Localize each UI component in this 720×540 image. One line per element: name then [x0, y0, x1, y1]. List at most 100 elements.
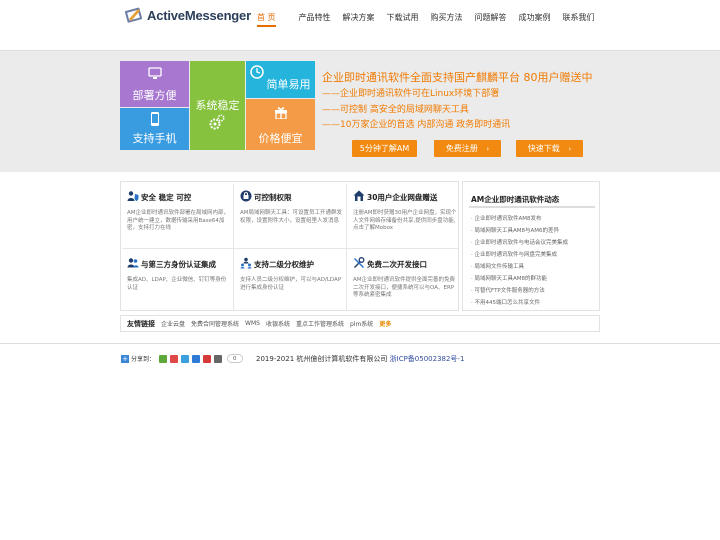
feature-netdisk[interactable]: 30用户企业网盘赠送 注册AM即时获赠30用户企业网盘，实现个人文件网络存储备份… [347, 182, 459, 246]
home-network-icon [353, 190, 365, 201]
news-item-text: 局域网聊天工具AM8与AM6的差异 [474, 228, 560, 234]
phone-icon [151, 112, 159, 126]
news-item[interactable]: · 局域网聊天工具AM8与AM6的差异 [471, 226, 559, 234]
friend-link[interactable]: 重点工作管理系统 [296, 319, 344, 328]
banner-bullet: ——10万家企业的首选 内部沟通 政务即时通讯 [322, 120, 511, 130]
nav-download[interactable]: 下载试用 [387, 12, 419, 27]
feature-two-level-admin[interactable]: 支持二级分权维护 支持人员二级分权维护，可以与AD/LDAP进行集成身份认证 [234, 249, 346, 313]
news-item[interactable]: · 企业即时通讯软件AM8发布 [471, 214, 542, 222]
share-renren-icon[interactable] [192, 354, 201, 363]
news-item-text: 不用445端口怎么共享文件 [474, 300, 541, 306]
banner-bullet: ——企业即时通讯软件可在Linux环境下部署 [322, 89, 500, 99]
main-nav: 首 页 产品特性 解决方案 下载试用 购买方法 问题解答 成功案例 联系我们 [250, 12, 595, 27]
site-header: ActiveMessenger 首 页 产品特性 解决方案 下载试用 购买方法 … [0, 0, 720, 50]
news-item[interactable]: · 企业即时通讯软件与网盘完美集成 [471, 250, 557, 258]
features-panel: 安全 稳定 可控 AM企业即时通讯软件部署在局域网内部，用户统一建立，数据传输采… [120, 181, 459, 311]
button-label: 快速下载 [527, 144, 560, 153]
feature-desc: 注册AM即时获赠30用户企业网盘，实现个人文件网络存储备份共享,提供同步盘功能,… [353, 210, 457, 231]
feature-title: 支持二级分权维护 [254, 260, 314, 269]
nav-home[interactable]: 首 页 [257, 12, 276, 27]
banner-bullet: ——可控制 高安全的局域网聊天工具 [322, 105, 469, 115]
copyright-text: 2019-2021 杭州億创计算机软件有限公司 [256, 355, 388, 363]
friend-link[interactable]: WMS [245, 320, 260, 327]
news-item[interactable]: · 局域网文件传输工具 [471, 262, 524, 270]
tools-icon [354, 257, 365, 268]
news-item-text: 局域网文件传输工具 [474, 264, 525, 270]
tile-mobile[interactable]: 支持手机 [120, 108, 189, 150]
free-register-button[interactable]: 免费注册 › [434, 140, 501, 157]
button-label: 免费注册 [445, 144, 478, 153]
news-item-text: 企业即时通讯软件与电话会议完美集成 [474, 240, 569, 246]
feature-title: 可控制权限 [254, 193, 292, 202]
friend-links-bar: 友情链接 企业云盘 免费合同管理系统 WMS 收银系统 重点工作管理系统 plm… [120, 315, 600, 332]
nav-contact[interactable]: 联系我们 [563, 12, 595, 27]
news-title: AM企业即时通讯软件动态 [471, 195, 560, 204]
feature-desc: AM局域网聊天工具：可设置员工开通群发权限，设置附件大小，设置组里人发消息 [240, 210, 343, 224]
share-tencent-icon[interactable] [181, 354, 190, 363]
friend-link[interactable]: 企业云盘 [161, 319, 185, 328]
gears-icon [209, 114, 225, 130]
hero-banner: 部署方便 支持手机 系统稳定 简单易用 价格便宜 企业即时通讯软件全面支持国产麒… [0, 50, 720, 172]
tile-label: 价格便宜 [258, 132, 303, 145]
feature-title: 安全 稳定 可控 [141, 193, 192, 202]
news-item[interactable]: · 局域网聊天工具AM8的群功能 [471, 274, 547, 282]
gift-icon [275, 107, 287, 119]
news-item[interactable]: · 不用445端口怎么共享文件 [471, 298, 540, 306]
icp-link[interactable]: 浙ICP备05002382号-1 [390, 355, 465, 363]
more-links-link[interactable]: 更多 [379, 319, 391, 328]
divider [469, 206, 595, 208]
news-item[interactable]: · 可替代FTP文件服务器的方法 [471, 286, 545, 294]
feature-title: 免费二次开发接口 [367, 260, 427, 269]
monitor-icon [148, 67, 162, 79]
users-tier-icon [240, 257, 252, 269]
banner-headline: 企业即时通讯软件全面支持国产麒麟平台 80用户赠送中 [322, 71, 593, 84]
share-more-icon[interactable] [214, 354, 223, 363]
share-bar: + 分享到： 0 [121, 354, 243, 363]
nav-features[interactable]: 产品特性 [299, 12, 331, 27]
feature-desc: 集成AD、LDAP、企业微信、钉钉等身份认证 [127, 277, 227, 291]
tile-label: 系统稳定 [195, 99, 240, 112]
feature-security[interactable]: 安全 稳定 可控 AM企业即时通讯软件部署在局域网内部，用户统一建立，数据传输采… [121, 182, 233, 246]
share-label: 分享到： [131, 356, 156, 363]
feature-dev-api[interactable]: 免费二次开发接口 AM企业即时通讯软件提供全面完善的免费二次开发接口，便捷系统可… [347, 249, 459, 313]
share-count: 0 [227, 354, 243, 363]
tile-easy-deploy[interactable]: 部署方便 [120, 61, 189, 107]
feature-permission[interactable]: 可控制权限 AM局域网聊天工具：可设置员工开通群发权限，设置附件大小，设置组里人… [234, 182, 346, 246]
news-item[interactable]: · 企业即时通讯软件与电话会议完美集成 [471, 238, 568, 246]
copyright: 2019-2021 杭州億创计算机软件有限公司 浙ICP备05002382号-1 [256, 354, 464, 364]
logo-mark-icon [124, 5, 144, 25]
learn-am-button[interactable]: 5分钟了解AM [352, 140, 417, 157]
nav-solutions[interactable]: 解决方案 [343, 12, 375, 27]
feature-third-party-auth[interactable]: 与第三方身份认证集成 集成AD、LDAP、企业微信、钉钉等身份认证 [121, 249, 233, 313]
news-item-text: 企业即时通讯软件AM8发布 [474, 216, 542, 222]
tile-easy-use[interactable]: 简单易用 [246, 61, 315, 98]
logo-text: ActiveMessenger [147, 7, 251, 23]
feature-desc: 支持人员二级分权维护，可以与AD/LDAP进行集成身份认证 [240, 277, 342, 291]
nav-faq[interactable]: 问题解答 [475, 12, 507, 27]
nav-purchase[interactable]: 购买方法 [431, 12, 463, 27]
share-weibo-icon[interactable] [170, 354, 179, 363]
feature-title: 与第三方身份认证集成 [141, 260, 216, 269]
feature-desc: AM企业即时通讯软件部署在局域网内部，用户统一建立，数据传输采用Base64加密… [127, 210, 230, 231]
tile-low-price[interactable]: 价格便宜 [246, 99, 315, 150]
tile-label: 部署方便 [132, 89, 177, 102]
share-qzone-icon[interactable] [159, 354, 168, 363]
logo[interactable]: ActiveMessenger [124, 4, 251, 26]
friend-link[interactable]: plm系统 [350, 319, 373, 328]
button-label: 5分钟了解AM [359, 144, 410, 153]
news-panel: AM企业即时通讯软件动态 · 企业即时通讯软件AM8发布 · 局域网聊天工具AM… [462, 181, 600, 311]
friend-link[interactable]: 收银系统 [266, 319, 290, 328]
share-kaixin-icon[interactable] [203, 354, 212, 363]
quick-download-button[interactable]: 快速下载 › [516, 140, 583, 157]
footer-divider [0, 343, 720, 344]
arrow-right-icon: › [486, 145, 490, 153]
arrow-right-icon: › [568, 145, 572, 153]
lock-key-icon [240, 190, 252, 202]
tile-stable[interactable]: 系统稳定 [190, 61, 245, 150]
nav-cases[interactable]: 成功案例 [519, 12, 551, 27]
share-plus-icon[interactable]: + [121, 354, 129, 363]
friend-link[interactable]: 免费合同管理系统 [191, 319, 239, 328]
users-icon [127, 258, 139, 268]
news-item-text: 可替代FTP文件服务器的方法 [474, 288, 545, 294]
tile-label: 支持手机 [132, 132, 177, 145]
